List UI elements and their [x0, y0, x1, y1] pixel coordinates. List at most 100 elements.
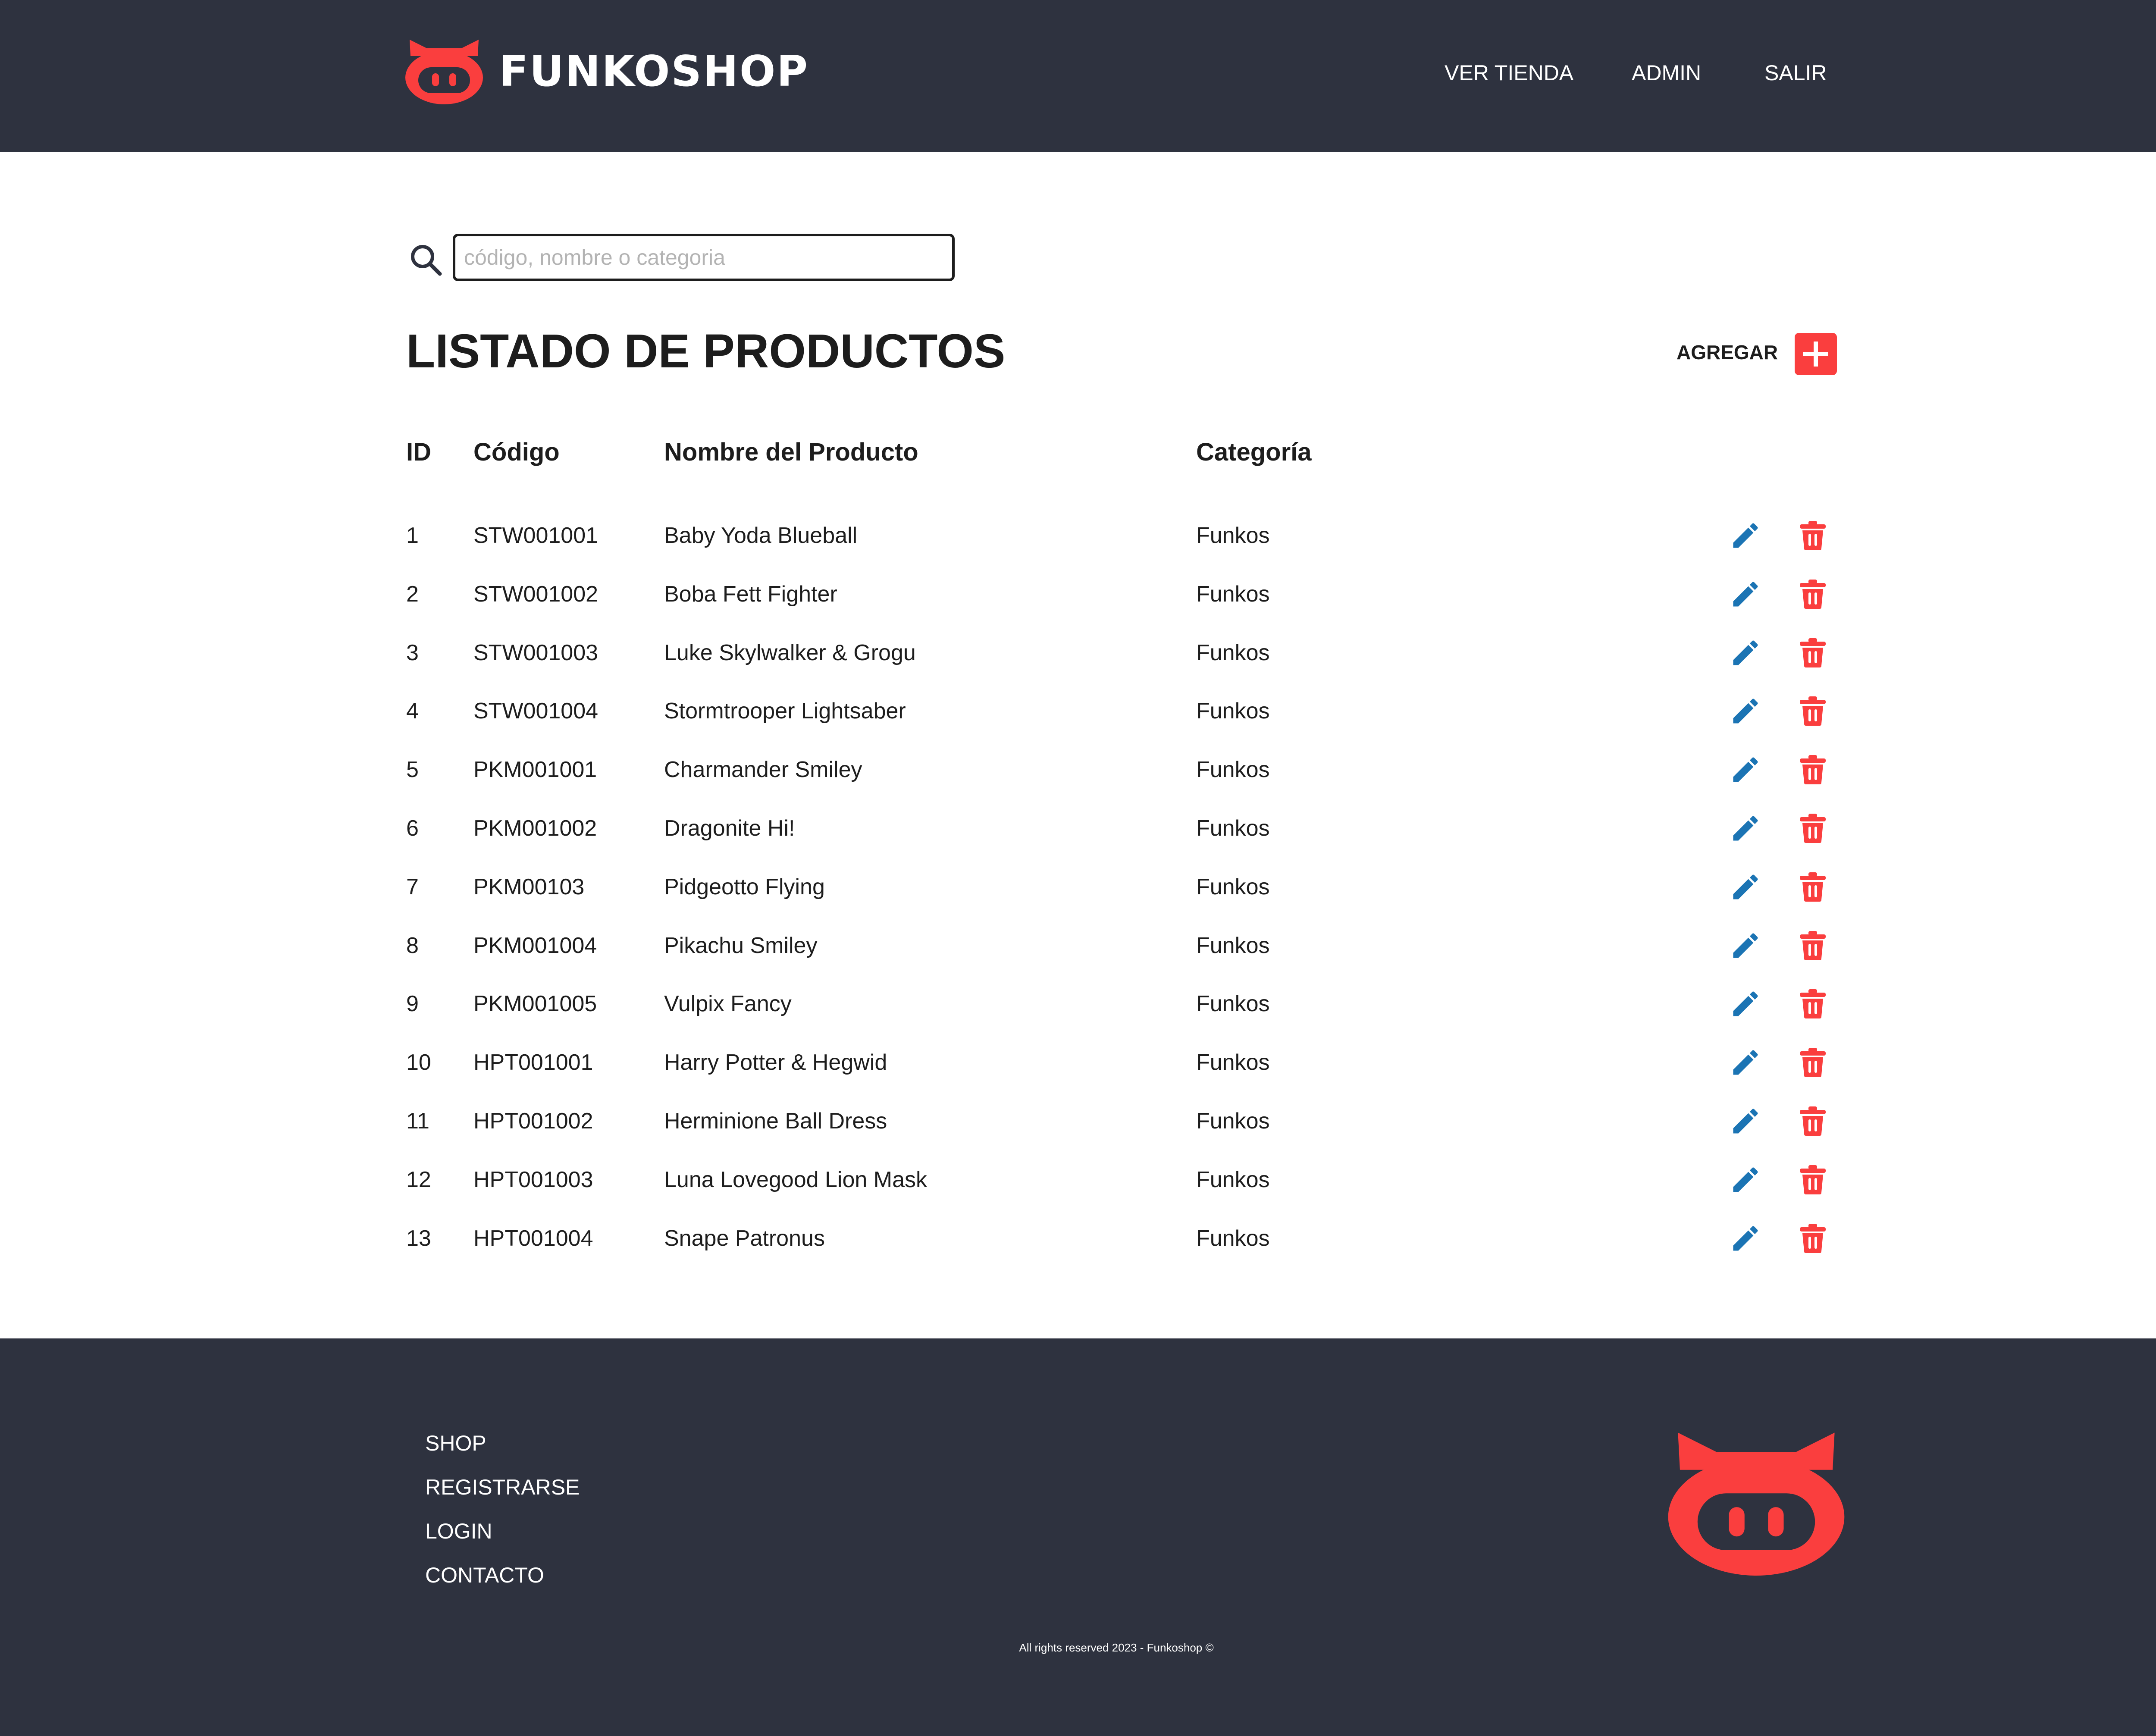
footer-logo: [1668, 1431, 1845, 1578]
delete-icon[interactable]: [1799, 579, 1827, 610]
footer-link-contacto[interactable]: CONTACTO: [425, 1564, 544, 1586]
edit-icon[interactable]: [1729, 578, 1762, 611]
cell-category: Funkos: [1196, 933, 1270, 958]
table-row: 12 HPT001003 Luna Lovegood Lion Mask Funkos: [0, 1165, 2156, 1227]
cell-product-name: Luke Skylwalker & Grogu: [664, 640, 916, 665]
cell-product-name: Luna Lovegood Lion Mask: [664, 1167, 928, 1192]
delete-icon[interactable]: [1799, 813, 1827, 844]
delete-icon[interactable]: [1799, 1223, 1827, 1254]
cell-code: STW001003: [473, 640, 599, 665]
cell-category: Funkos: [1196, 699, 1270, 724]
edit-icon[interactable]: [1729, 636, 1762, 669]
cell-product-name: Stormtrooper Lightsaber: [664, 699, 906, 724]
delete-icon[interactable]: [1799, 1047, 1827, 1078]
cell-id: 4: [406, 699, 419, 724]
edit-icon[interactable]: [1729, 1105, 1762, 1137]
cell-product-name: Harry Potter & Hegwid: [664, 1050, 887, 1075]
delete-icon[interactable]: [1799, 696, 1827, 727]
cell-product-name: Snape Patronus: [664, 1225, 825, 1251]
table-row: 1 STW001001 Baby Yoda Blueball Funkos: [0, 521, 2156, 583]
table-row: 7 PKM00103 Pidgeotto Flying Funkos: [0, 872, 2156, 934]
edit-icon[interactable]: [1729, 987, 1762, 1020]
edit-icon[interactable]: [1729, 871, 1762, 903]
search-icon[interactable]: [410, 244, 442, 279]
delete-icon[interactable]: [1799, 520, 1827, 551]
cell-code: HPT001001: [473, 1050, 593, 1075]
edit-icon[interactable]: [1729, 753, 1762, 786]
footer-link-login[interactable]: LOGIN: [425, 1520, 492, 1542]
cell-product-name: Vulpix Fancy: [664, 991, 792, 1017]
footer-link-shop[interactable]: SHOP: [425, 1432, 486, 1454]
plus-icon: [1803, 342, 1828, 367]
cell-product-name: Herminione Ball Dress: [664, 1109, 887, 1134]
cell-code: HPT001004: [473, 1225, 593, 1251]
cell-id: 11: [406, 1109, 429, 1134]
nav-salir[interactable]: SALIR: [1764, 62, 1827, 84]
nav-ver-tienda[interactable]: VER TIENDA: [1445, 62, 1573, 84]
delete-icon[interactable]: [1799, 1164, 1827, 1195]
table-row: 11 HPT001002 Herminione Ball Dress Funkos: [0, 1106, 2156, 1169]
footer-link-registrarse[interactable]: REGISTRARSE: [425, 1476, 580, 1498]
cell-code: PKM00103: [473, 874, 585, 899]
cell-id: 3: [406, 640, 419, 665]
cell-code: PKM001005: [473, 991, 597, 1017]
brand-logo[interactable]: FUNKOSHOP: [405, 39, 809, 104]
cell-id: 1: [406, 523, 419, 548]
cell-product-name: Charmander Smiley: [664, 757, 862, 783]
cell-category: Funkos: [1196, 1050, 1270, 1075]
cell-id: 13: [406, 1225, 431, 1251]
col-header-code: Código: [473, 438, 560, 466]
cell-product-name: Baby Yoda Blueball: [664, 523, 858, 548]
edit-icon[interactable]: [1729, 1046, 1762, 1079]
edit-icon[interactable]: [1729, 929, 1762, 962]
table-row: 8 PKM001004 Pikachu Smiley Funkos: [0, 931, 2156, 993]
cell-product-name: Pikachu Smiley: [664, 933, 818, 958]
table-row: 5 PKM001001 Charmander Smiley Funkos: [0, 755, 2156, 817]
cell-code: HPT001003: [473, 1167, 593, 1192]
cell-category: Funkos: [1196, 816, 1270, 841]
cell-category: Funkos: [1196, 581, 1270, 607]
cell-category: Funkos: [1196, 991, 1270, 1017]
table-row: 13 HPT001004 Snape Patronus Funkos: [0, 1223, 2156, 1286]
table-row: 6 PKM001002 Dragonite Hi! Funkos: [0, 814, 2156, 876]
cell-code: STW001004: [473, 699, 599, 724]
cell-code: STW001002: [473, 581, 599, 607]
edit-icon[interactable]: [1729, 519, 1762, 552]
delete-icon[interactable]: [1799, 637, 1827, 668]
table-row: 4 STW001004 Stormtrooper Lightsaber Funkos: [0, 696, 2156, 758]
add-product-label[interactable]: AGREGAR: [1677, 342, 1778, 362]
delete-icon[interactable]: [1799, 871, 1827, 902]
edit-icon[interactable]: [1729, 812, 1762, 845]
nav-admin[interactable]: ADMIN: [1632, 62, 1701, 84]
cell-category: Funkos: [1196, 523, 1270, 548]
delete-icon[interactable]: [1799, 1106, 1827, 1137]
cell-code: PKM001001: [473, 757, 597, 783]
delete-icon[interactable]: [1799, 930, 1827, 961]
cell-id: 7: [406, 874, 419, 899]
edit-icon[interactable]: [1729, 1163, 1762, 1196]
cell-id: 6: [406, 816, 419, 841]
cell-id: 9: [406, 991, 419, 1017]
copyright: All rights reserved 2023 - Funkoshop ©: [1019, 1641, 1214, 1654]
brand-name: FUNKOSHOP: [499, 47, 809, 96]
cell-code: HPT001002: [473, 1109, 593, 1134]
cell-product-name: Boba Fett Fighter: [664, 581, 837, 607]
search-input[interactable]: [453, 234, 955, 281]
cell-product-name: Pidgeotto Flying: [664, 874, 825, 899]
cell-category: Funkos: [1196, 1167, 1270, 1192]
delete-icon[interactable]: [1799, 754, 1827, 785]
delete-icon[interactable]: [1799, 988, 1827, 1019]
add-product-button[interactable]: [1795, 333, 1837, 375]
table-row: 3 STW001003 Luke Skylwalker & Grogu Funkos: [0, 638, 2156, 700]
table-row: 10 HPT001001 Harry Potter & Hegwid Funkos: [0, 1048, 2156, 1110]
edit-icon[interactable]: [1729, 1222, 1762, 1255]
edit-icon[interactable]: [1729, 695, 1762, 727]
funko-cat-logo-icon: [405, 40, 483, 104]
site-header: FUNKOSHOP VER TIENDA ADMIN SALIR: [0, 0, 2156, 152]
cell-category: Funkos: [1196, 757, 1270, 783]
cell-id: 5: [406, 757, 419, 783]
cell-id: 2: [406, 581, 419, 607]
cell-category: Funkos: [1196, 874, 1270, 899]
page-title: LISTADO DE PRODUCTOS: [406, 325, 1006, 378]
cell-id: 12: [406, 1167, 431, 1192]
